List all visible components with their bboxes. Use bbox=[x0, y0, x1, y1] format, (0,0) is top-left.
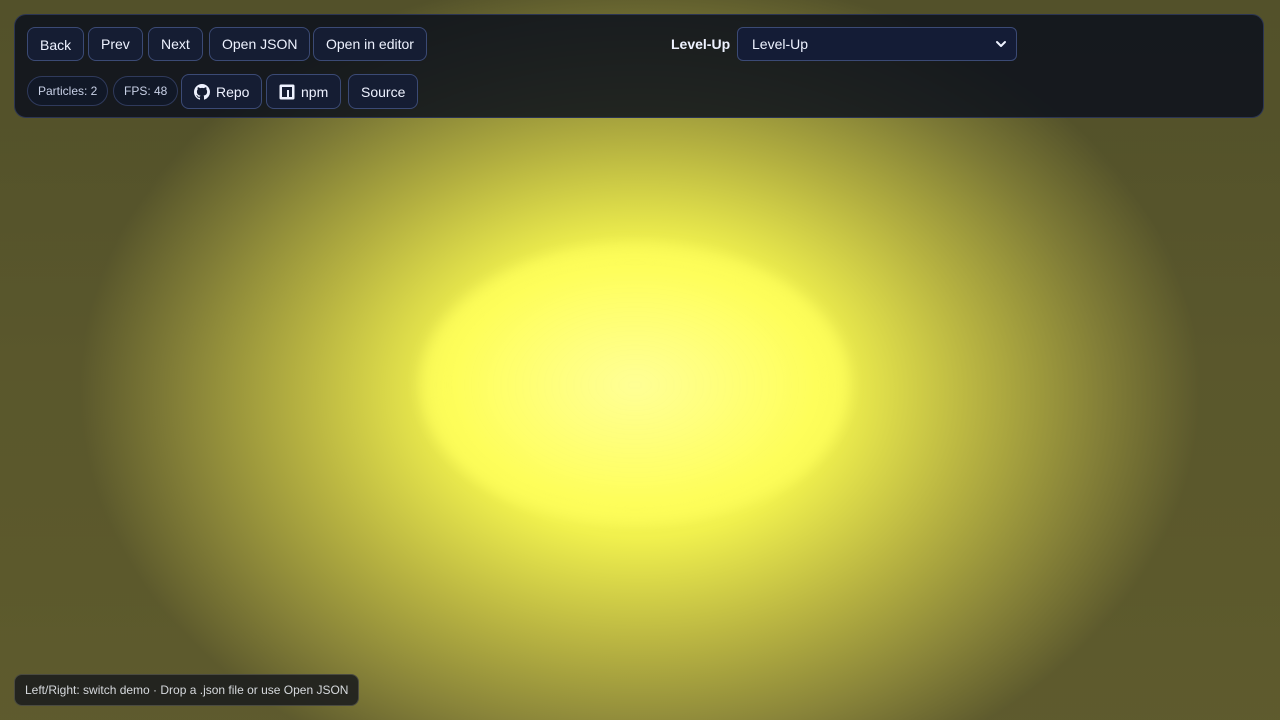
npm-icon bbox=[279, 84, 295, 100]
npm-label: npm bbox=[301, 83, 329, 100]
npm-button[interactable]: npm bbox=[266, 74, 342, 109]
toolbar: Back Prev Next Open JSON Open in editor … bbox=[14, 14, 1264, 118]
chevron-down-icon bbox=[994, 37, 1008, 51]
fps-badge: FPS: 48 bbox=[113, 76, 179, 106]
particle-glow bbox=[420, 245, 850, 525]
repo-button[interactable]: Repo bbox=[181, 74, 263, 109]
back-button[interactable]: Back bbox=[27, 27, 85, 61]
github-icon bbox=[194, 83, 210, 100]
demo-select[interactable]: Level-Up bbox=[737, 27, 1017, 61]
source-button[interactable]: Source bbox=[348, 74, 419, 109]
open-json-button[interactable]: Open JSON bbox=[209, 27, 311, 61]
demo-select-value: Level-Up bbox=[752, 36, 809, 52]
repo-label: Repo bbox=[216, 83, 250, 100]
keyboard-hint: Left/Right: switch demo · Drop a .json f… bbox=[14, 674, 360, 706]
next-button[interactable]: Next bbox=[148, 27, 203, 61]
demo-select-label: Level-Up bbox=[671, 36, 731, 52]
particles-count-badge: Particles: 2 bbox=[27, 76, 109, 106]
open-in-editor-button[interactable]: Open in editor bbox=[313, 27, 427, 61]
prev-button[interactable]: Prev bbox=[88, 27, 143, 61]
